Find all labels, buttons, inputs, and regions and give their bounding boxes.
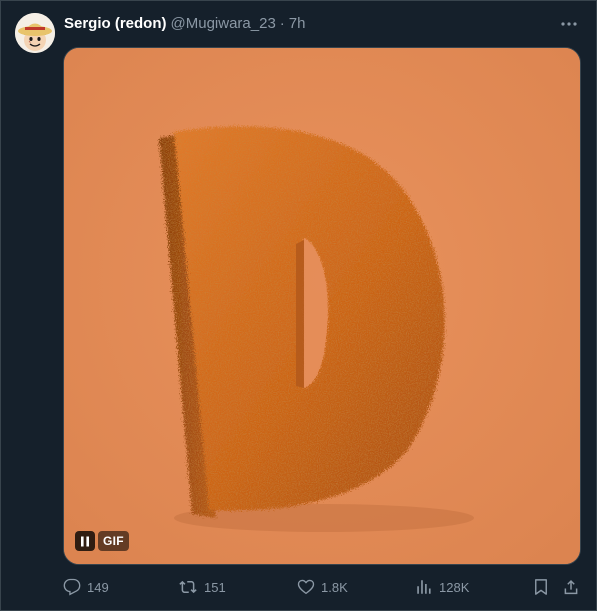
more-options-button[interactable]: [558, 13, 580, 35]
views-chart-icon: [417, 580, 431, 594]
reply-button[interactable]: 149: [63, 576, 109, 598]
user-avatar[interactable]: [15, 13, 55, 53]
tweet-header: Sergio (redon) @Mugiwara_23 · 7h: [64, 14, 305, 32]
pause-icon: [81, 536, 89, 546]
user-handle[interactable]: @Mugiwara_23: [171, 15, 276, 32]
more-dots-icon: [561, 22, 577, 26]
bookmark-button[interactable]: [532, 576, 550, 598]
like-button[interactable]: 1.8K: [297, 576, 348, 598]
gif-badge: GIF: [98, 531, 129, 551]
reply-icon: [63, 578, 81, 596]
reply-count: 149: [87, 579, 109, 595]
tweet-media-gif[interactable]: GIF: [63, 47, 581, 565]
views-count: 128K: [439, 579, 470, 595]
tweet-card[interactable]: Sergio (redon) @Mugiwara_23 · 7h GIF 149…: [0, 0, 597, 611]
retweet-button[interactable]: 151: [178, 576, 226, 598]
separator-dot: ·: [279, 14, 285, 32]
straw-hat-avatar-icon: [15, 13, 55, 53]
tweet-actions: 149 151 1.8K 128K: [63, 576, 583, 598]
display-name[interactable]: Sergio (redon): [64, 15, 167, 32]
gif-controls: GIF: [75, 530, 129, 552]
retweet-count: 151: [204, 579, 226, 595]
like-count: 1.8K: [321, 579, 348, 595]
share-button[interactable]: [562, 576, 580, 598]
views-button[interactable]: 128K: [415, 576, 469, 598]
share-icon: [564, 579, 578, 595]
furry-letter-d-image: [64, 48, 580, 564]
retweet-icon: [179, 580, 197, 594]
pause-button[interactable]: [75, 531, 95, 551]
heart-icon: [297, 579, 315, 595]
bookmark-icon: [535, 579, 547, 595]
tweet-time[interactable]: 7h: [289, 15, 306, 32]
